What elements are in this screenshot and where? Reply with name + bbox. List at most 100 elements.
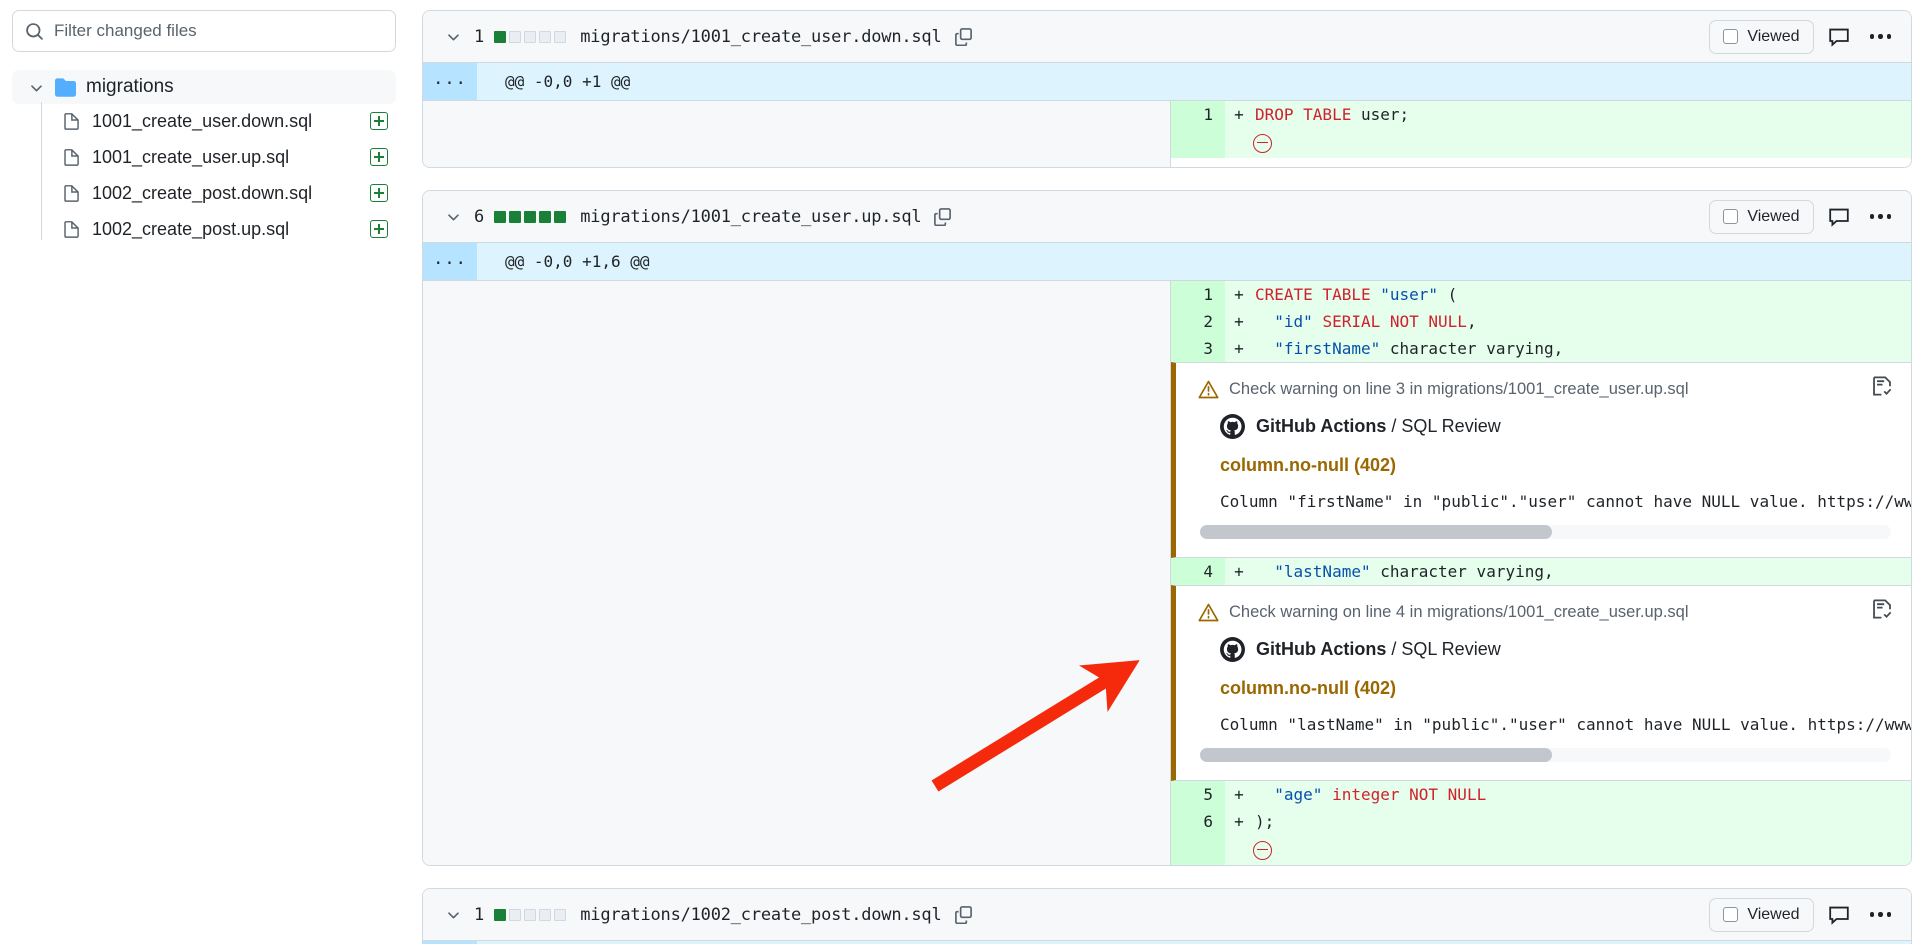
diff-line-added[interactable]: 2 + "id" SERIAL NOT NULL, — [1171, 308, 1911, 335]
kebab-menu-icon[interactable] — [1864, 214, 1898, 219]
tree-folder-migrations[interactable]: migrations — [12, 70, 396, 104]
file-status-added-icon — [370, 148, 388, 166]
line-number-empty — [1171, 128, 1225, 158]
change-count: 1 — [474, 904, 485, 925]
github-octocat-icon — [1220, 414, 1245, 439]
copy-path-icon[interactable] — [954, 905, 973, 924]
diff-list: 1 migrations/1001_create_user.down.sql V… — [408, 0, 1920, 944]
tree-file-list: 1001_create_user.down.sql 1001_create_us… — [41, 102, 396, 246]
annotation-rule-id: column.no-null (402) — [1220, 678, 1397, 698]
diff-line-added[interactable]: 3 + "firstName" character varying, — [1171, 335, 1911, 362]
file-status-added-icon — [370, 220, 388, 238]
hunk-range: @@ -0,0 +1,6 @@ — [505, 252, 650, 271]
kebab-menu-icon[interactable] — [1864, 912, 1898, 917]
diff-line-added[interactable]: 1 + CREATE TABLE "user" ( — [1171, 281, 1911, 308]
annotation-warning-text: Check warning on line 3 in migrations/10… — [1229, 380, 1689, 398]
file-header-actions: Viewed — [1709, 199, 1898, 234]
tree-file-label: 1001_create_user.up.sql — [92, 146, 290, 167]
line-number: 5 — [1171, 781, 1225, 808]
collapse-chevron-icon[interactable] — [445, 208, 462, 225]
annotation-app-row: GitHub Actions / SQL Review — [1176, 623, 1911, 662]
diff-line-added[interactable]: 5 + "age" integer NOT NULL — [1171, 781, 1911, 808]
diff-split-row: 1 + CREATE TABLE "user" ( 2 + "id" SERIA… — [423, 281, 1911, 865]
annotation-warning-text: Check warning on line 4 in migrations/10… — [1229, 603, 1689, 621]
tree-file-item[interactable]: 1002_create_post.up.sql — [63, 212, 396, 246]
kebab-menu-icon[interactable] — [1864, 34, 1898, 39]
annotation-warning-row: Check warning on line 3 in migrations/10… — [1176, 379, 1911, 400]
file-path: migrations/1001_create_user.down.sql — [580, 26, 942, 47]
diff-pane-original — [423, 281, 1171, 865]
diff-file-header: 1 migrations/1001_create_user.down.sql V… — [423, 11, 1911, 63]
copy-path-icon[interactable] — [954, 27, 973, 46]
search-icon — [25, 22, 44, 41]
file-status-added-icon — [370, 112, 388, 130]
filter-changed-files-input[interactable]: Filter changed files — [12, 10, 396, 52]
tree-folder-label: migrations — [86, 76, 174, 97]
diff-line-end — [1171, 835, 1911, 865]
annotation-app-name: GitHub Actions / SQL Review — [1256, 639, 1501, 659]
file-status-added-icon — [370, 184, 388, 202]
diff-line-added[interactable]: 4 + "lastName" character varying, — [1171, 558, 1911, 585]
diff-line-added[interactable]: 6 + ); — [1171, 808, 1911, 835]
viewed-checkbox-button[interactable]: Viewed — [1709, 19, 1814, 54]
chevron-down-icon — [28, 79, 45, 96]
comment-icon[interactable] — [1828, 206, 1850, 228]
tree-file-item[interactable]: 1001_create_user.down.sql — [63, 104, 396, 138]
viewed-label: Viewed — [1747, 27, 1800, 45]
expand-hunk-button[interactable] — [423, 940, 477, 944]
report-checklist-icon[interactable] — [1871, 375, 1893, 397]
diff-pane-original — [423, 101, 1171, 167]
changed-files-tree: migrations 1001_create_user.down.sql 100… — [12, 70, 396, 246]
comment-icon[interactable] — [1828, 26, 1850, 48]
line-marker: + — [1234, 562, 1244, 581]
viewed-checkbox[interactable] — [1723, 209, 1739, 224]
diff-file-header: 1 migrations/1002_create_post.down.sql V… — [423, 889, 1911, 941]
scrollbar-thumb[interactable] — [1200, 525, 1553, 539]
tree-file-label: 1001_create_user.down.sql — [92, 110, 313, 131]
annotation-horizontal-scrollbar[interactable] — [1200, 748, 1891, 762]
line-number: 1 — [1171, 281, 1225, 308]
viewed-checkbox-button[interactable]: Viewed — [1709, 199, 1814, 234]
diff-stat-bar — [494, 30, 567, 43]
file-header-actions: Viewed — [1709, 897, 1898, 932]
comment-icon[interactable] — [1828, 904, 1850, 926]
hunk-header: ... @@ -0,0 +1 @@ — [423, 63, 1911, 101]
line-code: ); — [1255, 812, 1275, 831]
viewed-checkbox[interactable] — [1723, 907, 1739, 922]
collapse-chevron-icon[interactable] — [445, 28, 462, 45]
line-marker: + — [1234, 812, 1244, 831]
line-code: CREATE TABLE "user" ( — [1255, 285, 1458, 304]
no-newline-circle-minus-icon — [1253, 840, 1272, 860]
diff-file-card: 6 migrations/1001_create_user.up.sql Vie… — [422, 190, 1912, 866]
file-tree-sidebar: Filter changed files migrations 1001_cre… — [0, 0, 408, 944]
diff-line-added[interactable]: 1 + DROP TABLE user; — [1171, 101, 1911, 128]
file-header-actions: Viewed — [1709, 19, 1898, 54]
expand-hunk-button[interactable]: ... — [423, 243, 477, 280]
line-number: 6 — [1171, 808, 1225, 835]
diff-file-card: 1 migrations/1001_create_user.down.sql V… — [422, 10, 1912, 168]
check-annotation: Check warning on line 4 in migrations/10… — [1171, 585, 1911, 781]
copy-path-icon[interactable] — [933, 207, 952, 226]
change-count: 6 — [474, 206, 485, 227]
diff-pane-modified: 1 + CREATE TABLE "user" ( 2 + "id" SERIA… — [1171, 281, 1911, 865]
line-number-empty — [1171, 835, 1225, 865]
hunk-range: @@ -0,0 +1 @@ — [505, 72, 631, 91]
change-count: 1 — [474, 26, 485, 47]
diff-pane-modified: 1 + DROP TABLE user; — [1171, 101, 1911, 167]
annotation-message: Column "firstName" in "public"."user" ca… — [1220, 492, 1911, 511]
line-marker: + — [1234, 285, 1244, 304]
diff-file-header: 6 migrations/1001_create_user.up.sql Vie… — [423, 191, 1911, 243]
annotation-horizontal-scrollbar[interactable] — [1200, 525, 1891, 539]
line-number: 1 — [1171, 101, 1225, 128]
tree-file-item[interactable]: 1002_create_post.down.sql — [63, 176, 396, 210]
line-number: 4 — [1171, 558, 1225, 585]
viewed-checkbox-button[interactable]: Viewed — [1709, 897, 1814, 932]
scrollbar-thumb[interactable] — [1200, 748, 1553, 762]
expand-hunk-button[interactable]: ... — [423, 63, 477, 100]
tree-file-item[interactable]: 1001_create_user.up.sql — [63, 140, 396, 174]
folder-icon — [55, 77, 76, 98]
viewed-checkbox[interactable] — [1723, 29, 1739, 44]
collapse-chevron-icon[interactable] — [445, 906, 462, 923]
report-checklist-icon[interactable] — [1871, 598, 1893, 620]
diff-line-end — [1171, 128, 1911, 158]
